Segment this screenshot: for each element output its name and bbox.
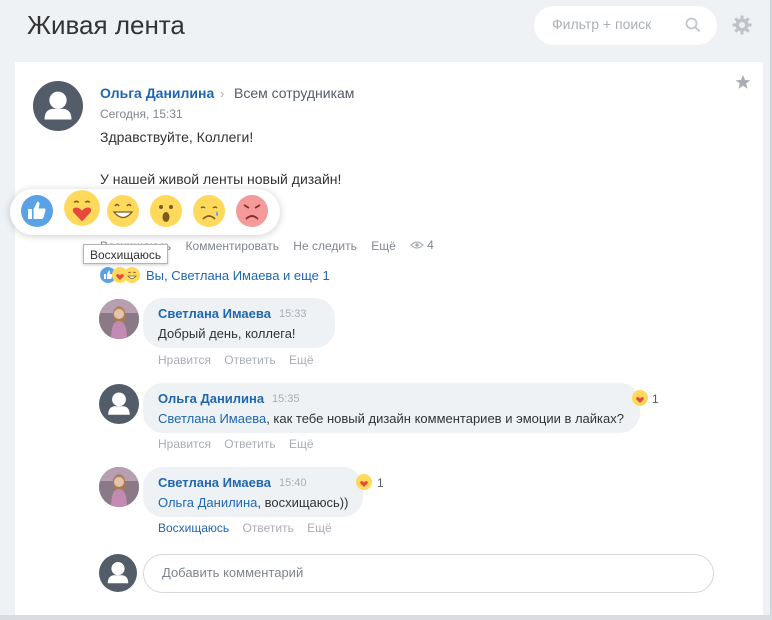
comment-author-avatar[interactable] <box>99 299 139 339</box>
search-icon[interactable] <box>685 17 701 33</box>
comment-author-link[interactable]: Светлана Имаева <box>158 475 271 490</box>
mention-link[interactable]: Светлана Имаева <box>158 411 266 426</box>
laugh-reaction-icon <box>124 267 140 283</box>
laugh-reaction-icon[interactable] <box>106 194 140 228</box>
gear-icon[interactable] <box>732 15 752 35</box>
comment-bubble: Светлана Имаева 15:33 Добрый день, колле… <box>143 298 335 348</box>
post-destination[interactable]: Всем сотрудникам <box>234 85 354 101</box>
comment-author-avatar[interactable] <box>99 384 139 424</box>
comment-reply-button[interactable]: Ответить <box>224 353 275 367</box>
likers-text[interactable]: Вы, Светлана Имаева и еще 1 <box>146 268 330 283</box>
views-counter: 4 <box>410 238 445 252</box>
chevron-right-icon: › <box>220 86 225 101</box>
like-reaction-icon[interactable] <box>20 194 54 228</box>
reaction-picker <box>10 189 280 235</box>
comment-like-button[interactable]: Нравится <box>158 437 211 451</box>
post-card: Ольга Данилина › Всем сотрудникам Сегодн… <box>15 62 763 615</box>
comment-more-button[interactable]: Ещё <box>289 353 314 367</box>
star-icon[interactable] <box>735 74 751 90</box>
post-time[interactable]: Сегодня, 15:31 <box>100 107 183 121</box>
comment-text: Добрый день, коллега! <box>158 326 296 341</box>
search-box[interactable] <box>534 6 717 45</box>
post-text-line: Здравствуйте, Коллеги! <box>100 129 254 145</box>
add-comment-input[interactable] <box>162 565 682 580</box>
cry-reaction-icon[interactable] <box>192 194 226 228</box>
comment-more-button[interactable]: Ещё <box>289 437 314 451</box>
kiss-reaction-icon[interactable] <box>632 390 648 406</box>
comment-more-button[interactable]: Ещё <box>307 521 332 535</box>
comment-time[interactable]: 15:33 <box>279 308 307 320</box>
add-comment-box[interactable] <box>143 554 714 593</box>
current-user-avatar[interactable] <box>99 554 137 592</box>
comment-time[interactable]: 15:40 <box>279 477 307 489</box>
page-title: Живая лента <box>27 10 185 40</box>
comment-message: Добрый день, коллега! <box>158 326 296 341</box>
comment-reaction-count[interactable]: 1 <box>652 392 659 406</box>
comment-text: Ольга Данилина, восхищаюсь)) <box>158 495 348 510</box>
mention-link[interactable]: Ольга Данилина <box>158 495 257 510</box>
comment-reply-button[interactable]: Ответить <box>224 437 275 451</box>
more-button[interactable]: Ещё <box>371 239 396 253</box>
comment-time[interactable]: 15:35 <box>272 393 300 405</box>
comment-message: , как тебе новый дизайн комментариев и э… <box>266 411 624 426</box>
wonder-reaction-icon[interactable] <box>149 194 183 228</box>
bottom-divider <box>0 615 772 620</box>
comment-actions: Восхищаюсь Ответить Ещё <box>158 521 342 535</box>
comment-actions: Нравится Ответить Ещё <box>158 353 324 367</box>
comment-reaction-count[interactable]: 1 <box>377 476 384 490</box>
comment-like-button[interactable]: Нравится <box>158 353 211 367</box>
kiss-reaction-icon[interactable] <box>63 189 101 227</box>
post-body: Здравствуйте, Коллеги! У нашей живой лен… <box>100 127 341 190</box>
search-input[interactable] <box>552 16 682 32</box>
comment-text: Светлана Имаева, как тебе новый дизайн к… <box>158 411 624 426</box>
kiss-reaction-icon[interactable] <box>356 474 372 490</box>
comment-actions: Нравится Ответить Ещё <box>158 437 324 451</box>
comment-author-link[interactable]: Светлана Имаева <box>158 306 271 321</box>
comment-bubble: Ольга Данилина 15:35 Светлана Имаева, ка… <box>143 383 640 433</box>
comment-author-link[interactable]: Ольга Данилина <box>158 391 264 406</box>
post-text-line: У нашей живой ленты новый дизайн! <box>100 171 342 187</box>
post-author-avatar[interactable] <box>33 81 83 131</box>
likers-summary[interactable]: Вы, Светлана Имаева и еще 1 <box>100 267 330 283</box>
comment-bubble: Светлана Имаева 15:40 Ольга Данилина, во… <box>143 467 363 517</box>
reaction-tooltip: Восхищаюсь <box>83 244 169 264</box>
comment-author-avatar[interactable] <box>99 467 139 507</box>
unfollow-button[interactable]: Не следить <box>293 239 357 253</box>
post-author-link[interactable]: Ольга Данилина <box>100 85 214 101</box>
eye-icon <box>410 241 424 249</box>
comment-like-button[interactable]: Восхищаюсь <box>158 521 229 535</box>
angry-reaction-icon[interactable] <box>235 194 269 228</box>
views-count: 4 <box>427 238 434 252</box>
comment-message: , восхищаюсь)) <box>257 495 349 510</box>
comment-button[interactable]: Комментировать <box>186 239 279 253</box>
comment-reply-button[interactable]: Ответить <box>243 521 294 535</box>
